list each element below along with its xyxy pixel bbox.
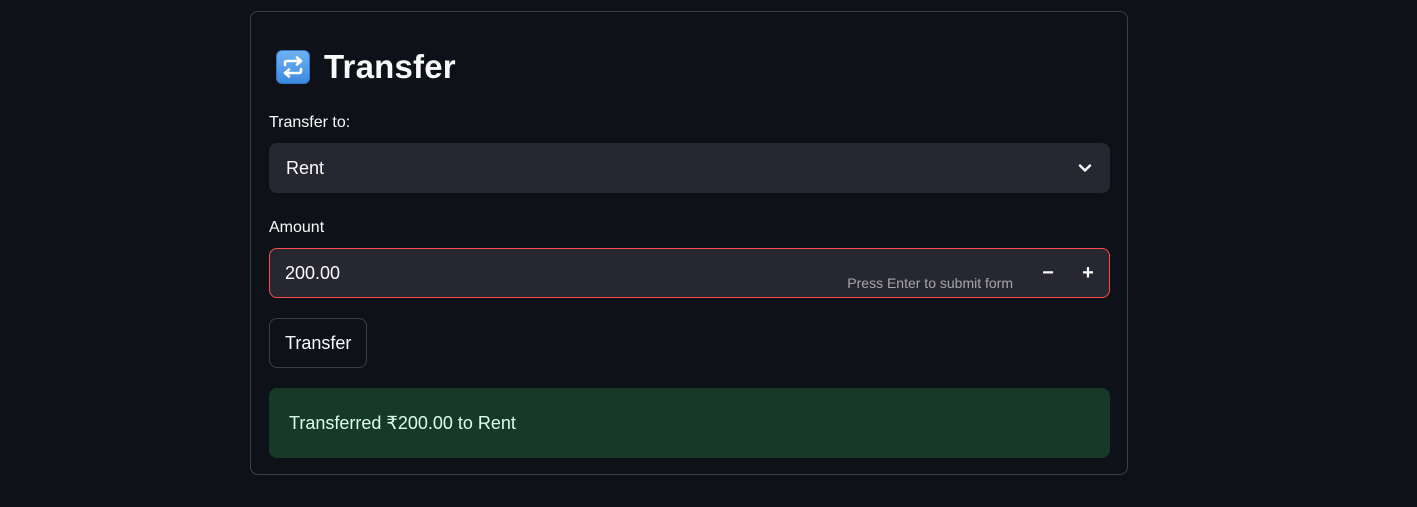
transfer-to-selected-value: Rent [286, 157, 325, 178]
transfer-button[interactable]: Transfer [269, 318, 368, 368]
chevron-down-icon [1078, 164, 1092, 172]
amount-field: Press Enter to submit form − + [269, 248, 1110, 298]
success-alert: Transferred ₹200.00 to Rent [269, 388, 1110, 458]
form-header: Transfer [276, 48, 456, 86]
repeat-arrows-icon [276, 50, 310, 84]
submit-hint: Press Enter to submit form [847, 275, 1013, 291]
transfer-to-select[interactable]: Rent [269, 143, 1110, 193]
transfer-to-label: Transfer to: [269, 114, 351, 131]
amount-label: Amount [269, 219, 325, 236]
transfer-form: Transfer Transfer to: Rent Amount Press … [250, 11, 1128, 475]
increment-button[interactable]: + [1068, 249, 1108, 297]
decrement-button[interactable]: − [1028, 249, 1068, 297]
page-title: Transfer [324, 48, 456, 85]
success-message: Transferred ₹200.00 to Rent [289, 412, 516, 433]
